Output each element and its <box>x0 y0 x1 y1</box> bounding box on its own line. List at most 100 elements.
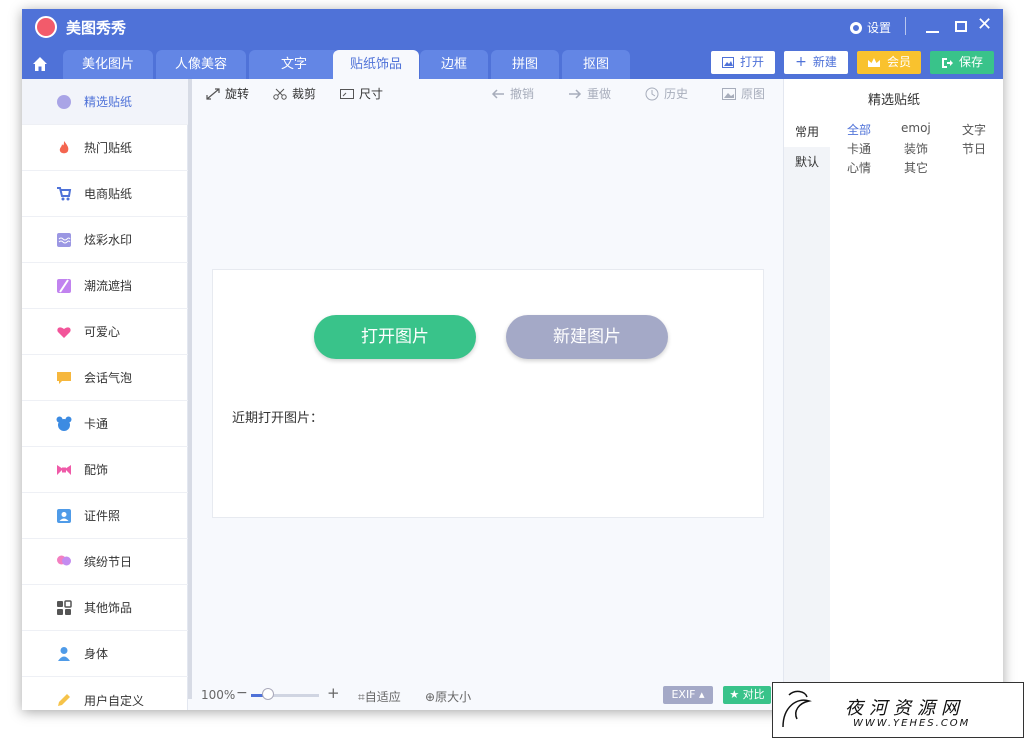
original-button[interactable]: 原图 <box>722 85 765 102</box>
rotate-icon <box>206 87 220 100</box>
exif-button[interactable]: EXIF ▴ <box>663 686 713 704</box>
redo-button[interactable]: 重做 <box>568 85 611 102</box>
tab-portrait[interactable]: 人像美容 <box>156 50 246 79</box>
tab-stickers[interactable]: 贴纸饰品 <box>333 50 419 79</box>
size-button[interactable]: 尺寸 <box>340 85 383 102</box>
watermark-url: WWW.YEHES.COM <box>853 718 971 729</box>
rotate-label: 旋转 <box>225 87 250 101</box>
category-mood[interactable]: 心情 <box>847 159 871 176</box>
open-button[interactable]: 打开 <box>711 51 775 74</box>
original-size-button[interactable]: ⊕原大小 <box>425 688 471 705</box>
original-label: 原图 <box>741 87 766 101</box>
sidebar-item-other-accessories[interactable]: 其他饰品 <box>22 585 188 631</box>
orig-size-label: 原大小 <box>435 690 472 704</box>
balloon-icon <box>57 555 71 565</box>
sidebar-item-custom[interactable]: 用户自定义 <box>22 677 188 710</box>
sidebar-item-ecommerce[interactable]: 电商贴纸 <box>22 171 188 217</box>
tab-default[interactable]: 默认 <box>784 147 830 177</box>
compare-button[interactable]: ★ 对比 <box>723 686 771 704</box>
sidebar-item-cartoon[interactable]: 卡通 <box>22 401 188 447</box>
tab-text[interactable]: 文字 <box>249 50 339 79</box>
sidebar-item-label: 电商贴纸 <box>84 187 133 201</box>
new-image-button[interactable]: 新建图片 <box>506 315 668 359</box>
sticker-panel: 精选贴纸 常用 默认 全部 emoj 文字 卡通 装饰 节日 心情 其它 <box>783 79 1003 710</box>
home-icon[interactable] <box>32 56 48 72</box>
category-other[interactable]: 其它 <box>904 159 928 176</box>
exif-label: EXIF <box>671 688 696 701</box>
save-button[interactable]: 保存 <box>930 51 994 74</box>
crop-label: 裁剪 <box>292 87 317 101</box>
zoom-slider-thumb[interactable] <box>262 688 274 700</box>
sidebar-item-id-photo[interactable]: 证件照 <box>22 493 188 539</box>
maximize-button[interactable] <box>955 21 967 32</box>
chat-bubble-icon <box>57 371 71 384</box>
sidebar-item-trend-mask[interactable]: 潮流遮挡 <box>22 263 188 309</box>
open-image-button[interactable]: 打开图片 <box>314 315 476 359</box>
category-festival[interactable]: 节日 <box>962 140 986 157</box>
sidebar-item-chat-bubble[interactable]: 会话气泡 <box>22 355 188 401</box>
tab-cutout[interactable]: 抠图 <box>562 50 630 79</box>
grid-icon <box>57 599 72 615</box>
sidebar-item-cute-heart[interactable]: 可爱心 <box>22 309 188 355</box>
sidebar-item-label: 可爱心 <box>84 325 121 339</box>
id-photo-icon <box>57 508 71 523</box>
watermark-icon <box>57 232 71 247</box>
new-button[interactable]: + 新建 <box>784 51 848 74</box>
vip-button[interactable]: 会员 <box>857 51 921 74</box>
undo-label: 撤销 <box>510 87 535 101</box>
zoom-level: 100% <box>201 688 236 702</box>
rotate-button[interactable]: 旋转 <box>206 85 249 102</box>
sidebar-scrollbar[interactable] <box>188 79 192 699</box>
export-icon <box>941 57 953 68</box>
zoom-out-button[interactable]: − <box>236 685 248 701</box>
edit-toolbar: 旋转 裁剪 尺寸 撤销 重做 历史 原图 <box>197 79 783 107</box>
settings-button[interactable]: 设置 <box>850 19 891 36</box>
settings-label: 设置 <box>867 21 892 35</box>
sidebar-item-watermark[interactable]: 炫彩水印 <box>22 217 188 263</box>
sidebar-item-body[interactable]: 身体 <box>22 631 188 677</box>
sidebar-item-label: 会话气泡 <box>84 371 133 385</box>
sidebar-item-accessory[interactable]: 配饰 <box>22 447 188 493</box>
sidebar-item-hot[interactable]: 热门贴纸 <box>22 125 188 171</box>
sidebar-item-label: 卡通 <box>84 417 109 431</box>
app-logo-icon <box>35 16 57 38</box>
minimize-button[interactable] <box>926 31 939 33</box>
category-text[interactable]: 文字 <box>962 121 986 138</box>
crop-button[interactable]: 裁剪 <box>273 85 316 102</box>
sticker-category-sidebar: 精选贴纸 热门贴纸 电商贴纸 炫彩水印 潮流遮挡 可爱心 会话气泡 卡通 配饰 … <box>22 79 188 710</box>
sidebar-item-label: 用户自定义 <box>84 693 145 708</box>
gear-icon <box>850 21 862 34</box>
plus-icon: + <box>795 54 807 70</box>
sticker-icon <box>57 94 71 109</box>
fit-to-window-button[interactable]: ⌗自适应 <box>358 688 401 705</box>
sidebar-item-label: 潮流遮挡 <box>84 279 133 293</box>
undo-button[interactable]: 撤销 <box>491 85 534 102</box>
zoom-in-button[interactable]: + <box>327 684 340 702</box>
tab-collage[interactable]: 拼图 <box>491 50 559 79</box>
size-label: 尺寸 <box>359 87 384 101</box>
site-watermark: 夜河资源网 WWW.YEHES.COM <box>772 682 1024 738</box>
heart-icon <box>57 326 71 338</box>
watermark-text: 夜河资源网 <box>845 698 965 719</box>
close-button[interactable]: ✕ <box>977 16 992 34</box>
sticker-panel-title: 精选贴纸 <box>867 93 920 108</box>
tab-common[interactable]: 常用 <box>784 117 830 147</box>
category-emoji[interactable]: emoj <box>901 121 931 135</box>
app-window: 美图秀秀 设置 ✕ 美化图片 人像美容 文字 贴纸饰品 边框 拼图 抠图 打开 … <box>22 9 1003 710</box>
category-cartoon[interactable]: 卡通 <box>847 140 871 157</box>
category-decoration[interactable]: 装饰 <box>904 140 928 157</box>
tab-frame[interactable]: 边框 <box>420 50 488 79</box>
clock-icon <box>645 87 659 100</box>
tab-beautify[interactable]: 美化图片 <box>63 50 153 79</box>
sidebar-item-label: 精选贴纸 <box>84 95 133 109</box>
start-card: 打开图片 新建图片 近期打开图片： <box>212 269 764 518</box>
scissors-icon <box>273 88 287 100</box>
save-label: 保存 <box>958 55 983 69</box>
category-all[interactable]: 全部 <box>847 121 871 138</box>
sidebar-item-festival[interactable]: 缤纷节日 <box>22 539 188 585</box>
history-button[interactable]: 历史 <box>645 85 688 102</box>
fire-icon <box>59 140 69 153</box>
sidebar-item-featured[interactable]: 精选贴纸 <box>22 79 188 125</box>
sidebar-item-label: 缤纷节日 <box>84 555 133 569</box>
person-icon <box>58 646 70 661</box>
